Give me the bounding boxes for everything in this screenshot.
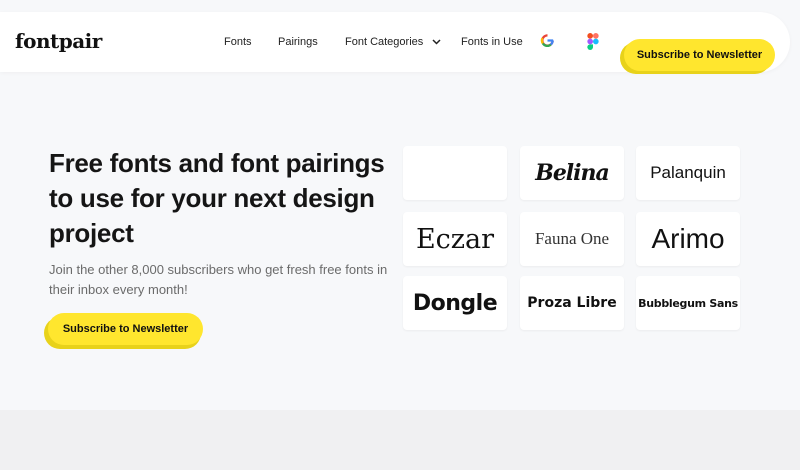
- subscribe-newsletter-button[interactable]: Subscribe to Newsletter: [624, 39, 775, 71]
- hero-subscribe-newsletter-button[interactable]: Subscribe to Newsletter: [48, 313, 203, 345]
- hero-title: Free fonts and font pairings to use for …: [49, 148, 385, 248]
- nav-link-font-categories[interactable]: Font Categories: [345, 36, 441, 48]
- font-card-belina[interactable]: Belina: [520, 146, 624, 200]
- font-card-dongle[interactable]: Dongle: [403, 276, 507, 330]
- nav-link-fonts[interactable]: Fonts: [224, 36, 252, 48]
- font-card-blank[interactable]: [403, 146, 507, 200]
- font-card-label: Bubblegum Sans: [638, 296, 738, 310]
- font-card-label: Arimo: [651, 223, 725, 254]
- font-card-palanquin[interactable]: Palanquin: [636, 146, 740, 200]
- font-card-proza-libre[interactable]: Proza Libre: [520, 276, 624, 330]
- google-icon[interactable]: [540, 33, 555, 48]
- fontpair-logo[interactable]: fontpair: [15, 29, 102, 53]
- top-navbar: fontpair Fonts Pairings Font Categories …: [0, 12, 790, 74]
- chevron-down-icon: [432, 39, 441, 45]
- font-card-label: Proza Libre: [527, 295, 617, 311]
- font-card-label: Fauna One: [534, 229, 610, 248]
- font-card-label: Dongle: [412, 290, 498, 316]
- font-card-eczar[interactable]: Eczar: [403, 212, 507, 266]
- font-card-arimo[interactable]: Arimo: [636, 212, 740, 266]
- font-card-bubblegum-sans[interactable]: Bubblegum Sans: [636, 276, 740, 330]
- hero-subtitle: Join the other 8,000 subscribers who get…: [49, 262, 388, 297]
- font-card-label: Eczar: [415, 223, 495, 255]
- nav-link-pairings[interactable]: Pairings: [278, 36, 318, 48]
- next-section-band: [0, 410, 800, 470]
- font-card-label: Belina: [535, 160, 610, 186]
- font-card-label: Palanquin: [650, 163, 726, 182]
- figma-icon[interactable]: [587, 33, 599, 50]
- nav-link-font-categories-label: Font Categories: [345, 36, 424, 48]
- nav-link-fonts-in-use[interactable]: Fonts in Use: [461, 36, 523, 48]
- font-card-fauna-one[interactable]: Fauna One: [520, 212, 624, 266]
